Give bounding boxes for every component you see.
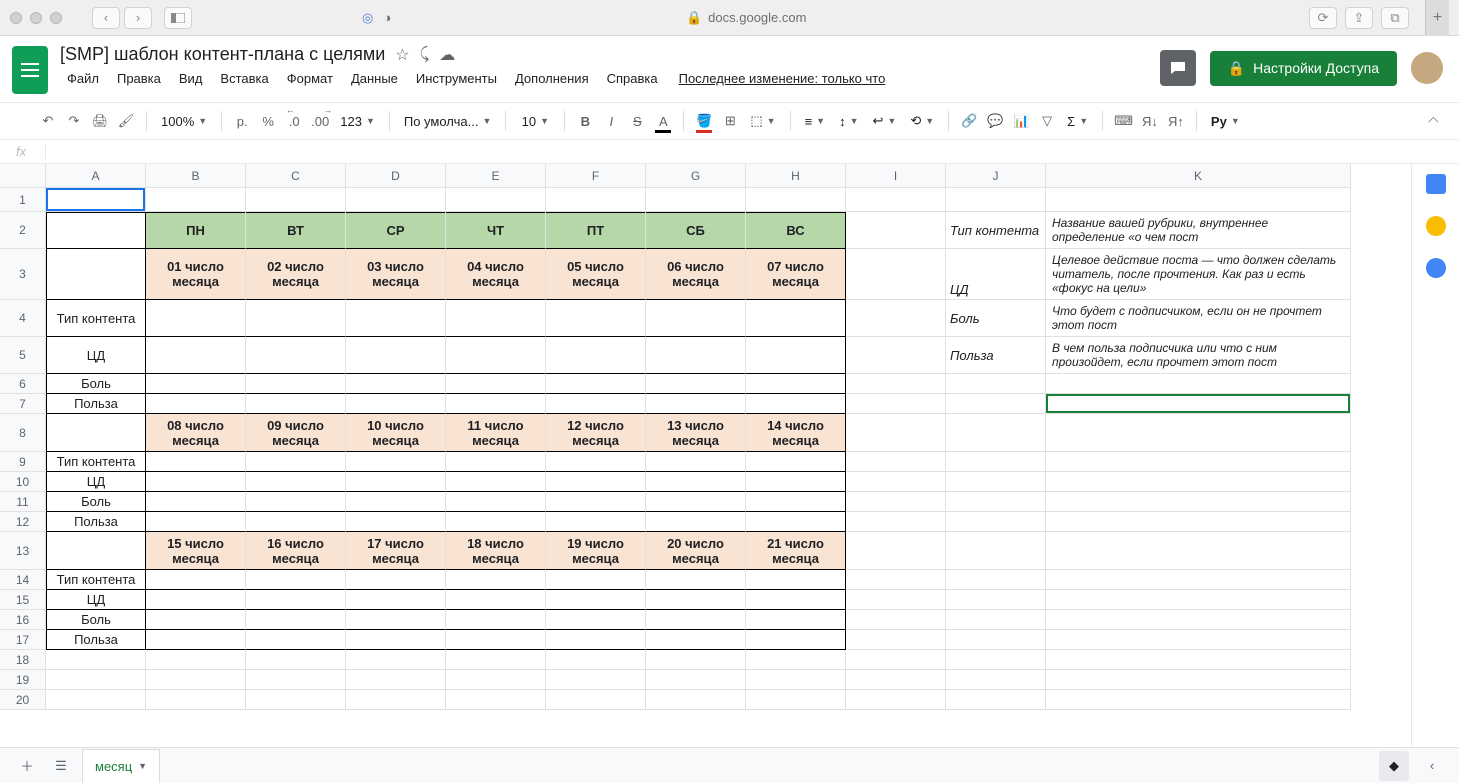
decrease-decimal-button[interactable]: ←.0 <box>282 108 306 134</box>
number-format-dropdown[interactable]: 123▼ <box>334 114 381 129</box>
side-panel <box>1411 164 1459 747</box>
py-dropdown[interactable]: Py▼ <box>1205 114 1246 129</box>
menu-file[interactable]: Файл <box>60 69 106 88</box>
merge-button[interactable]: ⬚▼ <box>744 113 781 129</box>
bold-button[interactable]: B <box>573 108 597 134</box>
reload-button[interactable]: ⟳ <box>1309 7 1337 29</box>
account-avatar[interactable] <box>1411 52 1443 84</box>
sheet-grid[interactable]: ABCDEFGHIJK12ПНВТСРЧТПТСБВСТип контентаН… <box>0 164 1411 747</box>
toolbar: ↶ ↷ 🖨 🖌 100%▼ р. % ←.0 .0→0 123▼ По умол… <box>0 102 1459 140</box>
doc-title[interactable]: [SMP] шаблон контент-плана с целями <box>60 44 385 65</box>
halign-button[interactable]: ≡▼ <box>799 114 832 129</box>
strike-button[interactable]: S <box>625 108 649 134</box>
wrap-button[interactable]: ↩▼ <box>867 113 903 129</box>
rotate-button[interactable]: ⟲▼ <box>904 113 940 129</box>
calendar-icon[interactable] <box>1426 174 1446 194</box>
font-size-dropdown[interactable]: 10▼ <box>514 114 556 129</box>
menu-edit[interactable]: Правка <box>110 69 168 88</box>
forward-button[interactable]: › <box>124 7 152 29</box>
url-bar[interactable]: 🔒docs.google.com <box>531 10 961 26</box>
menu-addons[interactable]: Дополнения <box>508 69 596 88</box>
menu-data[interactable]: Данные <box>344 69 405 88</box>
cloud-icon[interactable]: ☁ <box>439 45 455 65</box>
back-button[interactable]: ‹ <box>92 7 120 29</box>
tasks-icon[interactable] <box>1426 258 1446 278</box>
browser-chrome: ‹ › ◎ ◑ 🔒docs.google.com ⟳ ⇪ ⧉ + <box>0 0 1459 36</box>
share-button[interactable]: 🔒Настройки Доступа <box>1210 51 1397 86</box>
all-sheets-button[interactable]: ☰ <box>44 751 78 781</box>
star-icon[interactable]: ☆ <box>395 45 409 65</box>
menu-bar: Файл Правка Вид Вставка Формат Данные Ин… <box>60 69 892 88</box>
font-dropdown[interactable]: По умолча...▼ <box>398 114 497 129</box>
nav-buttons: ‹ › <box>92 7 152 29</box>
last-edit[interactable]: Последнее изменение: только что <box>669 69 893 88</box>
share-button-browser[interactable]: ⇪ <box>1345 7 1373 29</box>
menu-tools[interactable]: Инструменты <box>409 69 504 88</box>
sheet-tab[interactable]: месяц▼ <box>82 749 160 783</box>
italic-button[interactable]: I <box>599 108 623 134</box>
fill-color-button[interactable]: 🪣 <box>692 108 716 134</box>
keep-icon[interactable] <box>1426 216 1446 236</box>
input-tools-3[interactable]: Я↑ <box>1164 108 1188 134</box>
menu-format[interactable]: Формат <box>280 69 340 88</box>
text-color-button[interactable]: A <box>651 108 675 134</box>
lock-icon: 🔒 <box>686 10 702 25</box>
privacy-icon[interactable]: ◎ <box>362 10 373 26</box>
sheet-tabs-bar: ＋ ☰ месяц▼ ◆ ‹ <box>0 747 1459 783</box>
menu-help[interactable]: Справка <box>600 69 665 88</box>
move-icon[interactable]: ⤹ <box>420 46 430 64</box>
input-tools-1[interactable]: ⌨ <box>1111 108 1136 134</box>
lock-icon: 🔒 <box>1228 60 1245 77</box>
comments-button[interactable] <box>1160 50 1196 86</box>
borders-button[interactable]: ⊞ <box>718 108 742 134</box>
increase-decimal-button[interactable]: .0→0 <box>308 108 332 134</box>
shield-icon[interactable]: ◑ <box>383 10 391 25</box>
redo-button[interactable]: ↷ <box>62 108 86 134</box>
valign-button[interactable]: ↕▼ <box>833 114 864 129</box>
paint-format-button[interactable]: 🖌 <box>114 108 138 134</box>
menu-view[interactable]: Вид <box>172 69 210 88</box>
sheets-logo[interactable] <box>12 46 48 94</box>
new-tab-button[interactable]: + <box>1425 0 1449 36</box>
print-button[interactable]: 🖨 <box>88 108 112 134</box>
collapse-toolbar-button[interactable]: ⌵ <box>1428 113 1439 130</box>
explore-button[interactable]: ◆ <box>1379 751 1409 781</box>
currency-button[interactable]: р. <box>230 108 254 134</box>
filter-button[interactable]: ▽ <box>1035 108 1059 134</box>
functions-button[interactable]: Σ▼ <box>1061 114 1094 129</box>
sidebar-toggle[interactable] <box>164 7 192 29</box>
side-panel-toggle[interactable]: ‹ <box>1415 751 1449 781</box>
add-sheet-button[interactable]: ＋ <box>10 751 44 781</box>
tabs-button[interactable]: ⧉ <box>1381 7 1409 29</box>
chart-button[interactable]: 📊 <box>1009 108 1033 134</box>
undo-button[interactable]: ↶ <box>36 108 60 134</box>
fx-label: fx <box>10 144 46 159</box>
zoom-dropdown[interactable]: 100%▼ <box>155 114 213 129</box>
percent-button[interactable]: % <box>256 108 280 134</box>
input-tools-2[interactable]: Я↓ <box>1138 108 1162 134</box>
window-controls[interactable] <box>10 12 62 24</box>
link-button[interactable]: 🔗 <box>957 108 981 134</box>
menu-insert[interactable]: Вставка <box>213 69 275 88</box>
comment-button[interactable]: 💬 <box>983 108 1007 134</box>
formula-bar[interactable]: fx <box>0 140 1459 164</box>
docs-header: [SMP] шаблон контент-плана с целями ☆ ⤹ … <box>0 36 1459 94</box>
